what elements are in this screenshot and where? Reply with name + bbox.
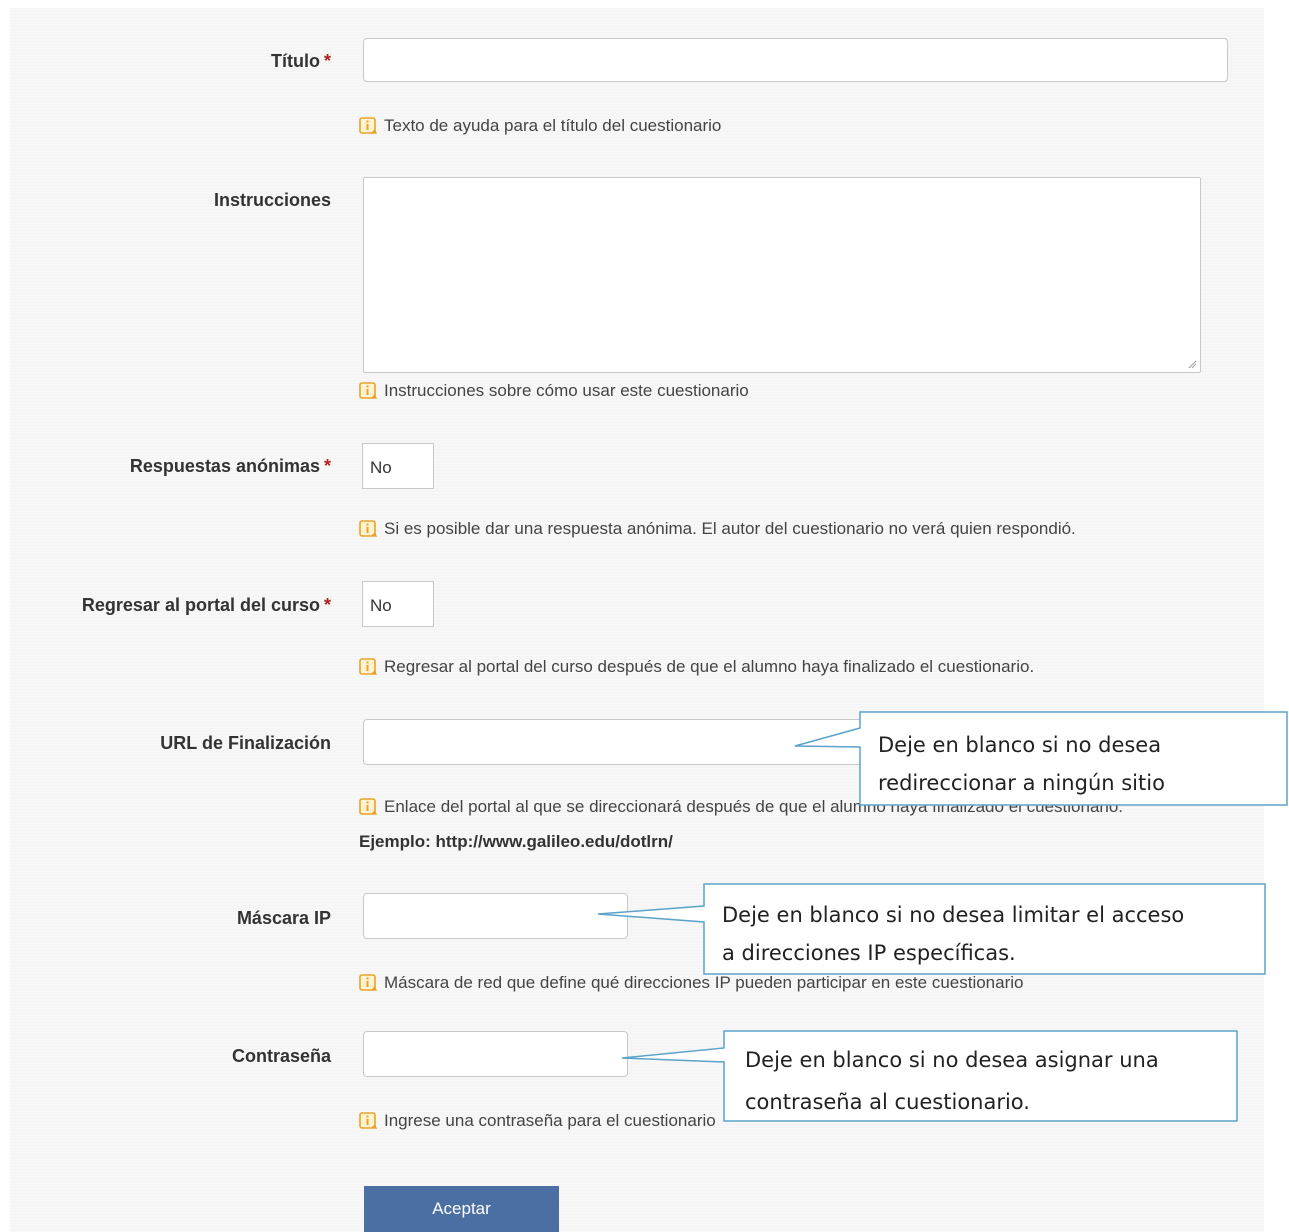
info-icon xyxy=(359,382,377,399)
mascara-ip-label: Máscara IP xyxy=(236,908,331,928)
regresar-portal-help: Regresar al portal del curso después de … xyxy=(359,657,1034,677)
info-icon xyxy=(359,658,377,675)
callout-password-line2: contraseña al cuestionario. xyxy=(745,1090,1030,1114)
contrasena-help: Ingrese una contraseña para el cuestiona… xyxy=(359,1111,716,1131)
info-icon xyxy=(359,117,377,134)
regresar-portal-label: Regresar al portal del curso * xyxy=(81,595,331,615)
regresar-portal-select[interactable]: No xyxy=(362,581,434,627)
callout-url-line2: redireccionar a ningún sitio xyxy=(878,771,1165,795)
contrasena-label: Contraseña xyxy=(231,1046,331,1066)
titulo-help: Texto de ayuda para el título del cuesti… xyxy=(359,116,721,136)
titulo-label: Título * xyxy=(271,51,331,71)
url-finalizacion-example: Ejemplo: http://www.galileo.edu/dotlrn/ xyxy=(359,832,673,851)
required-marker: * xyxy=(323,595,331,615)
aceptar-button[interactable]: Aceptar xyxy=(364,1186,559,1232)
respuestas-anonimas-select[interactable]: No xyxy=(362,443,434,489)
required-marker: * xyxy=(323,51,331,71)
info-icon xyxy=(359,1112,377,1129)
callout-ip-line2: a direcciones IP específicas. xyxy=(722,941,1016,965)
url-finalizacion-label: URL de Finalización xyxy=(160,733,331,753)
mascara-ip-input[interactable] xyxy=(363,893,628,939)
respuestas-anonimas-help: Si es posible dar una respuesta anónima.… xyxy=(359,519,1076,539)
required-marker: * xyxy=(323,456,331,476)
info-icon xyxy=(359,974,377,991)
respuestas-anonimas-label: Respuestas anónimas * xyxy=(129,456,331,476)
callout-url-line1: Deje en blanco si no desea xyxy=(878,733,1162,757)
instrucciones-label: Instrucciones xyxy=(213,190,331,210)
callout-password-line1: Deje en blanco si no desea asignar una xyxy=(745,1048,1159,1072)
instrucciones-textarea[interactable] xyxy=(363,177,1201,373)
resize-grip-icon[interactable] xyxy=(1187,359,1197,369)
mascara-ip-help: Máscara de red que define qué direccione… xyxy=(359,973,1023,993)
contrasena-input[interactable] xyxy=(363,1031,628,1077)
info-icon xyxy=(359,798,377,815)
instrucciones-help: Instrucciones sobre cómo usar este cuest… xyxy=(359,381,749,401)
titulo-input[interactable] xyxy=(363,38,1228,82)
info-icon xyxy=(359,520,377,537)
callout-ip-line1: Deje en blanco si no desea limitar el ac… xyxy=(722,903,1185,927)
